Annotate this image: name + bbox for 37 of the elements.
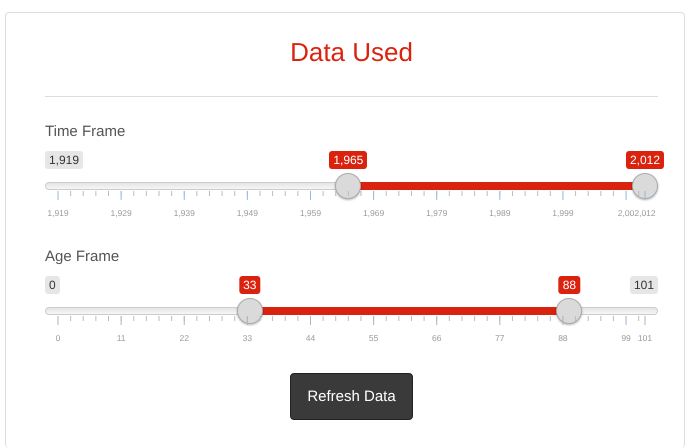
- panel-title: Data Used: [289, 37, 414, 67]
- tick-label: 77: [495, 333, 505, 344]
- min-value-label: 0: [45, 276, 60, 294]
- tick-label: 1,969: [362, 208, 384, 219]
- refresh-button[interactable]: Refresh Data: [290, 373, 413, 420]
- min-value-label: 1,919: [45, 151, 84, 169]
- tick-label: 66: [432, 333, 442, 344]
- tick-label: 99: [621, 333, 631, 344]
- slider-handle[interactable]: [236, 298, 263, 324]
- slider-handle[interactable]: [335, 173, 362, 199]
- tick-label: 2,012: [634, 208, 656, 219]
- tick-label: 1,939: [174, 208, 195, 219]
- tick-label: 1,989: [489, 208, 510, 219]
- tick-label: 33: [242, 333, 252, 344]
- slider-label: Age Frame: [45, 248, 120, 266]
- tick-label: 2,00: [618, 208, 634, 219]
- tick-label: 55: [368, 333, 378, 344]
- tick-label: 101: [638, 333, 652, 344]
- max-value-label: 101: [630, 276, 658, 294]
- tick-label: 1,929: [110, 208, 132, 219]
- tick-label: 1,979: [426, 208, 448, 219]
- slider-handle[interactable]: [556, 298, 582, 324]
- handle-value-label: 1,965: [329, 151, 368, 169]
- tick-label: 88: [558, 333, 568, 344]
- tick-label: 22: [180, 333, 189, 344]
- tick-label: 1,919: [47, 208, 69, 219]
- tick-label: 11: [116, 333, 126, 344]
- slider-handle[interactable]: [632, 173, 658, 199]
- handle-value-label: 33: [239, 276, 260, 294]
- tick-label: 44: [306, 333, 316, 344]
- handle-value-label: 88: [558, 276, 580, 294]
- tick-label: 1,949: [236, 208, 258, 219]
- handle-value-label: 2,012: [626, 151, 664, 169]
- tick-label: 1,959: [300, 208, 322, 219]
- tick-label: 0: [56, 333, 60, 344]
- tick-label: 1,999: [552, 208, 574, 219]
- slider-label: Time Frame: [45, 123, 126, 141]
